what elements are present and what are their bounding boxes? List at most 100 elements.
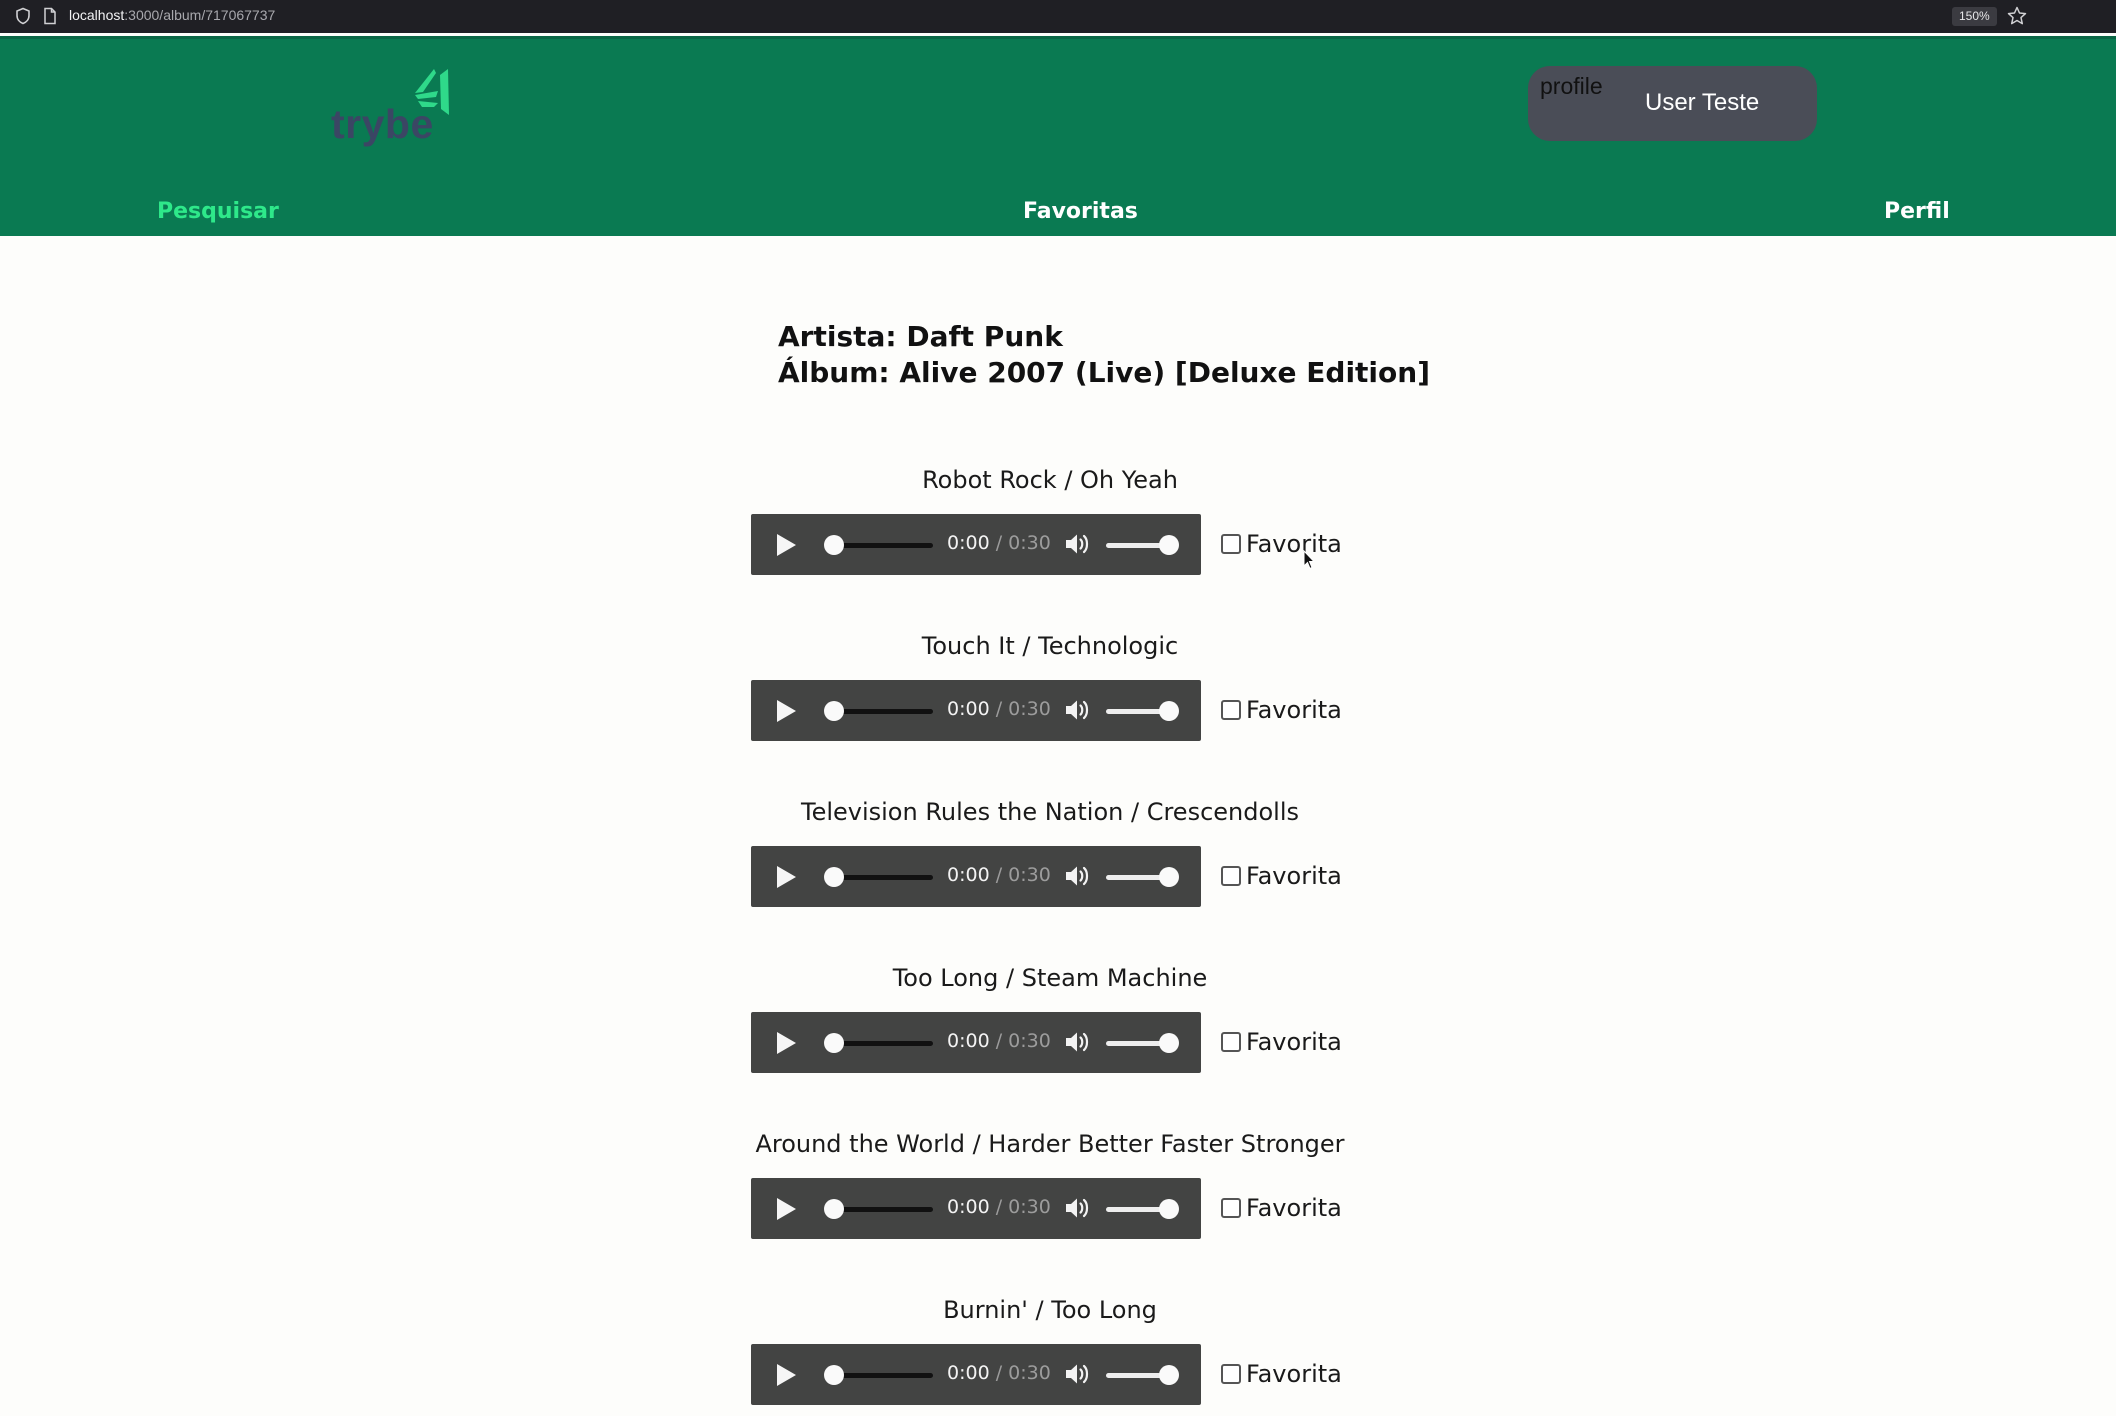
browser-toolbar: localhost:3000/album/717067737 150% [0,0,2116,33]
volume-thumb[interactable] [1159,867,1179,887]
duration: 0:30 [1008,1030,1051,1052]
track-name: Touch It / Technologic [921,632,1179,660]
checkbox-box[interactable] [1221,1198,1241,1218]
checkbox-box[interactable] [1221,1032,1241,1052]
user-name: User Teste [1645,89,1760,116]
duration: 0:30 [1008,1196,1051,1218]
volume-icon[interactable] [1063,1195,1091,1221]
track-name: Too Long / Steam Machine [892,964,1208,992]
favorite-checkbox[interactable]: Favorita [1221,1194,1342,1222]
app-header: trybe profile User Teste Pesquisar Favor… [0,36,2116,236]
seek-thumb[interactable] [824,701,844,721]
track-item: Around the World / Harder Better Faster … [751,1130,1351,1250]
volume-thumb[interactable] [1159,1199,1179,1219]
user-profile-card[interactable]: profile User Teste [1528,66,1817,141]
play-icon[interactable] [777,1032,796,1054]
mouse-cursor-icon [1303,550,1315,570]
current-time: 0:00 [947,1196,990,1218]
favorite-checkbox[interactable]: Favorita [1221,696,1342,724]
time-separator: / [989,1196,1009,1218]
track-item: Touch It / Technologic 0:00 / 0:30 Favorit… [751,632,1351,752]
volume-thumb[interactable] [1159,1365,1179,1385]
time-display: 0:00 / 0:30 [947,864,1051,886]
current-time: 0:00 [947,864,990,886]
track-item: Too Long / Steam Machine 0:00 / 0:30 Favor… [751,964,1351,1084]
album-name: Álbum: Alive 2007 (Live) [Deluxe Edition… [778,356,1430,389]
nav-link-favorites[interactable]: Favoritas [1023,199,1138,224]
favorite-checkbox[interactable]: Favorita [1221,530,1342,558]
seek-thumb[interactable] [824,535,844,555]
address-bar-url[interactable]: localhost:3000/album/717067737 [69,7,275,23]
volume-thumb[interactable] [1159,701,1179,721]
audio-player[interactable]: 0:00 / 0:30 [751,514,1201,575]
track-item: Television Rules the Nation / Crescendol… [751,798,1351,918]
time-separator: / [989,864,1009,886]
favorite-label: Favorita [1246,1028,1342,1056]
favorite-label: Favorita [1246,862,1342,890]
time-separator: / [989,698,1009,720]
checkbox-box[interactable] [1221,534,1241,554]
favorite-label: Favorita [1246,530,1342,558]
track-item: Burnin' / Too Long 0:00 / 0:30 Favorita [751,1296,1351,1416]
favorite-checkbox[interactable]: Favorita [1221,862,1342,890]
audio-player[interactable]: 0:00 / 0:30 [751,846,1201,907]
favorite-label: Favorita [1246,696,1342,724]
seek-thumb[interactable] [824,1365,844,1385]
play-icon[interactable] [777,1364,796,1386]
duration: 0:30 [1008,698,1051,720]
time-display: 0:00 / 0:30 [947,1362,1051,1384]
shield-icon[interactable] [14,7,32,25]
current-time: 0:00 [947,532,990,554]
duration: 0:30 [1008,532,1051,554]
favorite-label: Favorita [1246,1360,1342,1388]
url-path: :3000/album/717067737 [124,7,276,23]
favorite-checkbox[interactable]: Favorita [1221,1360,1342,1388]
current-time: 0:00 [947,698,990,720]
favorite-label: Favorita [1246,1194,1342,1222]
time-separator: / [989,1362,1009,1384]
time-separator: / [989,1030,1009,1052]
time-display: 0:00 / 0:30 [947,532,1051,554]
nav-link-profile[interactable]: Perfil [1884,199,1950,224]
audio-player[interactable]: 0:00 / 0:30 [751,680,1201,741]
checkbox-box[interactable] [1221,866,1241,886]
track-name: Television Rules the Nation / Crescendol… [800,798,1299,826]
favorite-checkbox[interactable]: Favorita [1221,1028,1342,1056]
play-icon[interactable] [777,700,796,722]
current-time: 0:00 [947,1030,990,1052]
audio-player[interactable]: 0:00 / 0:30 [751,1344,1201,1405]
nav-link-search[interactable]: Pesquisar [157,199,279,224]
volume-thumb[interactable] [1159,535,1179,555]
zoom-level-badge[interactable]: 150% [1952,7,1997,26]
checkbox-box[interactable] [1221,1364,1241,1384]
seek-thumb[interactable] [824,1199,844,1219]
track-name: Around the World / Harder Better Faster … [755,1130,1345,1158]
track-item: Robot Rock / Oh Yeah 0:00 / 0:30 Favorita [751,466,1351,586]
play-icon[interactable] [777,1198,796,1220]
audio-player[interactable]: 0:00 / 0:30 [751,1178,1201,1239]
profile-image-alt: profile [1540,73,1603,99]
time-display: 0:00 / 0:30 [947,1030,1051,1052]
track-name: Burnin' / Too Long [943,1296,1157,1324]
volume-icon[interactable] [1063,1361,1091,1387]
checkbox-box[interactable] [1221,700,1241,720]
duration: 0:30 [1008,864,1051,886]
volume-icon[interactable] [1063,1029,1091,1055]
trybe-logo-text: trybe [331,101,434,147]
volume-thumb[interactable] [1159,1033,1179,1053]
seek-thumb[interactable] [824,1033,844,1053]
toolbar-spacer [2034,0,2116,33]
time-separator: / [989,532,1009,554]
volume-icon[interactable] [1063,697,1091,723]
audio-player[interactable]: 0:00 / 0:30 [751,1012,1201,1073]
artist-name: Artista: Daft Punk [778,320,1063,353]
play-icon[interactable] [777,866,796,888]
seek-thumb[interactable] [824,867,844,887]
volume-icon[interactable] [1063,531,1091,557]
album-info: Artista: Daft Punk Álbum: Alive 2007 (Li… [778,319,1430,391]
bookmark-star-icon[interactable] [2006,5,2028,27]
play-icon[interactable] [777,534,796,556]
time-display: 0:00 / 0:30 [947,1196,1051,1218]
time-display: 0:00 / 0:30 [947,698,1051,720]
volume-icon[interactable] [1063,863,1091,889]
